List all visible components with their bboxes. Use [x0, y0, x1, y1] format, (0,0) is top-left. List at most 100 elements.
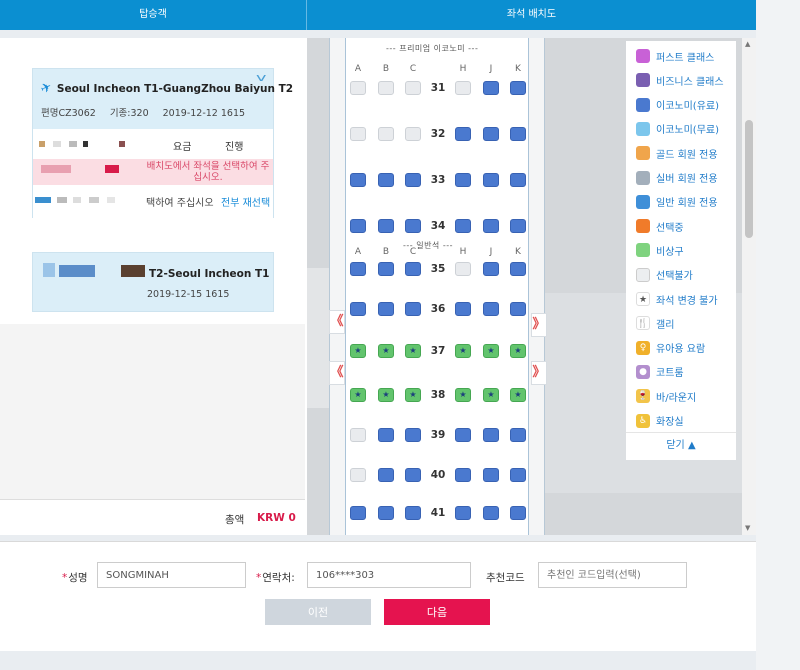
flight-card-return[interactable]: T2-Seoul Incheon T1 2019-12-15 1615 — [32, 252, 274, 312]
seat[interactable] — [483, 173, 499, 187]
seat[interactable] — [455, 302, 471, 316]
seat[interactable] — [405, 262, 421, 276]
prev-button[interactable]: 이전 — [265, 599, 371, 625]
column-label: B — [382, 247, 390, 257]
redacted-block — [41, 165, 71, 173]
seat[interactable]: ★ — [455, 388, 471, 402]
seat[interactable]: ★ — [350, 388, 366, 402]
seat[interactable] — [510, 262, 526, 276]
scrollbar-thumb[interactable] — [745, 120, 753, 238]
seat[interactable] — [378, 219, 394, 233]
seat[interactable] — [483, 428, 499, 442]
seat[interactable] — [405, 173, 421, 187]
seat[interactable]: ★ — [510, 388, 526, 402]
name-input[interactable] — [97, 562, 246, 588]
legend-item: ● 코트룸 — [636, 364, 684, 380]
seat[interactable] — [510, 127, 526, 141]
select-instruction: 택하여 주십시오 — [146, 198, 214, 209]
seat[interactable] — [405, 468, 421, 482]
legend-close-button[interactable]: 닫기 ▲ — [626, 432, 736, 460]
next-button[interactable]: 다음 — [384, 599, 490, 625]
seat[interactable] — [483, 262, 499, 276]
legend-label: 실버 회원 전용 — [656, 174, 718, 185]
seat[interactable]: ★ — [455, 344, 471, 358]
seat[interactable] — [405, 428, 421, 442]
seat — [405, 81, 421, 95]
passenger-table-header: 요금 진행 — [33, 129, 273, 159]
seat[interactable]: ★ — [378, 344, 394, 358]
seat — [455, 81, 471, 95]
seat[interactable]: ★ — [350, 344, 366, 358]
seat — [350, 428, 366, 442]
seat[interactable] — [455, 506, 471, 520]
seat[interactable] — [483, 468, 499, 482]
phone-label: *연락처: — [256, 572, 295, 584]
seat[interactable] — [378, 262, 394, 276]
chevron-down-icon[interactable]: v — [257, 71, 267, 84]
referral-input[interactable] — [538, 562, 687, 588]
seat[interactable] — [455, 428, 471, 442]
legend-label: 이코노미(유료) — [656, 101, 720, 113]
reselect-all-link[interactable]: 전부 재선택 — [221, 194, 270, 209]
seat[interactable]: ★ — [405, 344, 421, 358]
seat[interactable] — [405, 302, 421, 316]
seat[interactable] — [510, 428, 526, 442]
legend-label: 바/라운지 — [656, 392, 697, 404]
seat — [378, 127, 394, 141]
legend-item: 비즈니스 클래스 — [636, 72, 724, 88]
legend-swatch-icon — [636, 219, 650, 234]
phone-input[interactable] — [307, 562, 471, 588]
flight-card-outbound[interactable]: ✈ Seoul Incheon T1-GuangZhou Baiyun T2 v… — [32, 68, 293, 219]
row-number: 32 — [430, 128, 446, 140]
row-number: 39 — [430, 429, 446, 441]
seat[interactable] — [510, 219, 526, 233]
seat[interactable] — [378, 506, 394, 520]
seat[interactable] — [510, 173, 526, 187]
seat[interactable] — [378, 428, 394, 442]
seat[interactable] — [350, 506, 366, 520]
scroll-up-icon[interactable]: ▲ — [745, 40, 750, 48]
legend-item: ★ 좌석 변경 불가 — [636, 291, 718, 307]
seat[interactable] — [455, 173, 471, 187]
seat[interactable] — [378, 173, 394, 187]
seat[interactable]: ★ — [483, 344, 499, 358]
seat[interactable] — [510, 506, 526, 520]
seat[interactable] — [510, 81, 526, 95]
seat[interactable]: ★ — [405, 388, 421, 402]
row-number: 36 — [430, 303, 446, 315]
seat[interactable] — [483, 127, 499, 141]
seat[interactable] — [455, 219, 471, 233]
seat[interactable] — [350, 262, 366, 276]
redacted-block — [73, 197, 81, 203]
redacted-block — [39, 141, 45, 147]
seat[interactable] — [483, 81, 499, 95]
scrollbar[interactable]: ▲ ▼ — [742, 38, 756, 535]
seat[interactable] — [378, 468, 394, 482]
seat[interactable] — [510, 468, 526, 482]
seat[interactable] — [405, 219, 421, 233]
redacted-block — [53, 141, 61, 147]
tab-passenger[interactable]: 탑승객 — [0, 0, 307, 30]
seat[interactable] — [483, 506, 499, 520]
column-label: J — [489, 247, 493, 257]
seat[interactable] — [378, 302, 394, 316]
seat[interactable]: ★ — [378, 388, 394, 402]
seat[interactable] — [350, 219, 366, 233]
seat[interactable] — [350, 302, 366, 316]
row-number: 41 — [430, 507, 446, 519]
seat[interactable] — [350, 173, 366, 187]
seat[interactable]: ★ — [510, 344, 526, 358]
seat[interactable] — [510, 302, 526, 316]
seat[interactable] — [455, 468, 471, 482]
legend-swatch-icon — [636, 97, 650, 112]
seat[interactable] — [483, 219, 499, 233]
seat[interactable] — [455, 127, 471, 141]
seat[interactable]: ★ — [483, 388, 499, 402]
tab-seatmap[interactable]: 좌석 배치도 — [307, 0, 756, 30]
legend-item: 퍼스트 클래스 — [636, 48, 714, 64]
column-label: H — [459, 247, 467, 257]
seat[interactable] — [405, 506, 421, 520]
column-label: A — [354, 247, 362, 257]
seat[interactable] — [483, 302, 499, 316]
scroll-down-icon[interactable]: ▼ — [745, 524, 750, 532]
